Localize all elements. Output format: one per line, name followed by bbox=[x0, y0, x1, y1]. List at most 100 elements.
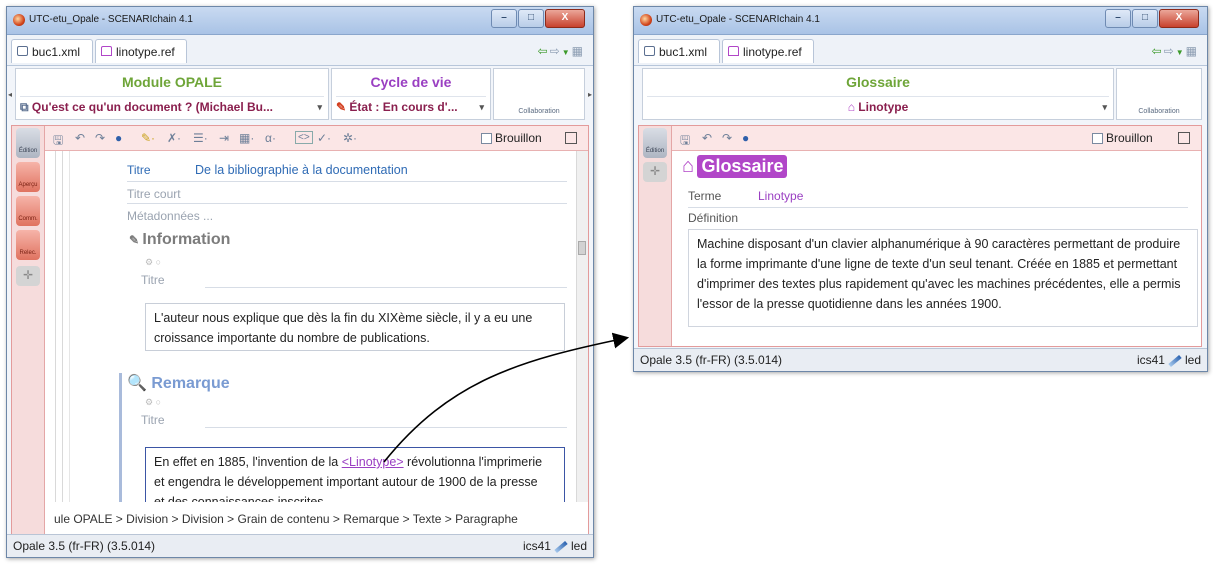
lifecycle-selector[interactable]: ✎ État : En cours d'... ▾ bbox=[336, 96, 486, 117]
tab-bar: buc1.xml linotype.ref ⇦⇨▼▦ bbox=[634, 35, 1207, 66]
titre-court-field[interactable] bbox=[127, 203, 567, 204]
save-icon[interactable]: 🖫 bbox=[53, 131, 63, 152]
edition-mode-button[interactable]: Édition bbox=[16, 128, 40, 158]
scroll-thumb[interactable] bbox=[578, 241, 586, 255]
brouillon-toggle[interactable]: Brouillon bbox=[1092, 131, 1153, 145]
table-icon[interactable]: ▦· bbox=[239, 131, 254, 145]
close-button[interactable]: X bbox=[545, 9, 585, 28]
info-titre-field[interactable] bbox=[205, 287, 567, 288]
maximize-panel-icon[interactable] bbox=[565, 132, 577, 144]
rem-titre-field[interactable] bbox=[205, 427, 567, 428]
add-mode-button[interactable]: ✛ bbox=[16, 266, 40, 286]
rem-titre-label: Titre bbox=[141, 413, 165, 427]
tab-linotype[interactable]: linotype.ref bbox=[722, 39, 814, 63]
window-title: UTC-etu_Opale - SCENARIchain 4.1 bbox=[656, 14, 820, 25]
remarque-heading[interactable]: 🔍 Remarque bbox=[127, 373, 230, 393]
clear-format-icon[interactable]: ✗· bbox=[167, 131, 181, 145]
rem-small-icons: ⚙ ○ bbox=[145, 397, 162, 407]
remarque-rail bbox=[119, 373, 122, 502]
magnifier-icon: 🔍 bbox=[127, 375, 147, 392]
collaboration-label: Collaboration bbox=[518, 108, 560, 115]
edition-mode-button[interactable]: Édition bbox=[643, 128, 667, 158]
preview-mode-button[interactable]: Aperçu bbox=[16, 162, 40, 192]
definition-label: Définition bbox=[688, 211, 739, 225]
undo-icon[interactable]: ↶ bbox=[702, 131, 712, 145]
status-user: ics41 bbox=[522, 539, 551, 553]
module-title: Module OPALE bbox=[121, 74, 223, 90]
tab-linotype[interactable]: linotype.ref bbox=[95, 39, 187, 63]
module-selector[interactable]: ⧉ Qu'est ce qu'un document ? (Michael Bu… bbox=[20, 96, 324, 117]
titre-field[interactable]: De la bibliographie à la documentation bbox=[195, 163, 408, 177]
editor-content: Titre De la bibliographie à la documenta… bbox=[45, 151, 576, 502]
pencil-icon: ✎ bbox=[336, 100, 347, 114]
status-user: ics41 bbox=[1136, 353, 1165, 367]
lifecycle-header: Cycle de vie ✎ État : En cours d'... ▾ bbox=[331, 68, 491, 120]
info-text-box[interactable]: L'auteur nous explique que dès la fin du… bbox=[145, 303, 565, 351]
tab-label: buc1.xml bbox=[32, 45, 81, 59]
tab-buc1[interactable]: buc1.xml bbox=[11, 39, 93, 63]
collaboration-panel[interactable]: Collaboration bbox=[493, 68, 585, 120]
brouillon-toggle[interactable]: Brouillon bbox=[481, 131, 542, 145]
list-icon[interactable]: ☰· bbox=[193, 131, 208, 145]
collapse-left-icon[interactable]: ◂ bbox=[8, 90, 12, 99]
add-mode-button[interactable]: ✛ bbox=[643, 162, 667, 182]
status-bar: Opale 3.5 (fr-FR) (3.5.014) ics41 led bbox=[7, 534, 593, 557]
maximize-button[interactable]: □ bbox=[1132, 9, 1158, 28]
glossaire-header: Glossaire ⌂ Linotype ▾ bbox=[642, 68, 1114, 120]
edition-label: Édition bbox=[18, 148, 38, 154]
titre-court-label: Titre court bbox=[127, 187, 181, 201]
information-heading[interactable]: ✎ Information bbox=[129, 231, 230, 249]
remarque-title: Remarque bbox=[151, 375, 230, 392]
title-bar: UTC-etu_Opale - SCENARIchain 4.1 – □ X bbox=[634, 7, 1207, 35]
linotype-link[interactable]: <Linotype> bbox=[342, 455, 404, 469]
indent-icon[interactable]: ⇥ bbox=[219, 131, 229, 145]
definition-text-box[interactable]: Machine disposant d'un clavier alphanumé… bbox=[688, 229, 1198, 327]
mode-sidebar: Édition ✛ bbox=[639, 126, 672, 346]
forward-arrow-icon[interactable]: ⇨ bbox=[1164, 44, 1176, 58]
check-icon[interactable]: ● bbox=[742, 131, 749, 145]
metadonnees-label[interactable]: Métadonnées ... bbox=[127, 209, 213, 223]
settings-icon[interactable]: ✲· bbox=[343, 131, 357, 145]
check-icon[interactable]: ● bbox=[115, 131, 122, 145]
forward-arrow-icon[interactable]: ⇨ bbox=[550, 44, 562, 58]
vertical-scrollbar[interactable] bbox=[576, 151, 588, 502]
undo-icon[interactable]: ↶ bbox=[75, 131, 85, 145]
tab-label: buc1.xml bbox=[659, 45, 708, 59]
linotype-selector[interactable]: ⌂ Linotype ▾ bbox=[647, 96, 1109, 117]
redo-icon[interactable]: ↷ bbox=[95, 131, 105, 145]
back-arrow-icon[interactable]: ⇦ bbox=[538, 44, 550, 58]
special-char-button[interactable]: α· bbox=[265, 131, 276, 145]
breadcrumb[interactable]: ule OPALE > Division > Division > Grain … bbox=[54, 512, 518, 526]
brouillon-label: Brouillon bbox=[1106, 131, 1153, 145]
terme-label: Terme bbox=[688, 189, 722, 203]
minimize-button[interactable]: – bbox=[491, 9, 517, 28]
rem-text-box[interactable]: En effet en 1885, l'invention de la <Lin… bbox=[145, 447, 565, 502]
collapse-right-icon[interactable]: ▸ bbox=[588, 90, 592, 99]
dropdown-icon[interactable]: ▼ bbox=[562, 48, 572, 57]
terme-field[interactable]: Linotype bbox=[758, 189, 803, 203]
tab-buc1[interactable]: buc1.xml bbox=[638, 39, 720, 63]
tab-label: linotype.ref bbox=[116, 45, 175, 59]
rem-text-segment: révolutionna l'imprimerie bbox=[403, 455, 543, 469]
back-arrow-icon[interactable]: ⇦ bbox=[1152, 44, 1164, 58]
tab-label: linotype.ref bbox=[743, 45, 802, 59]
save-icon[interactable]: 🖫 bbox=[680, 131, 690, 152]
layout-icon[interactable]: ▦ bbox=[1186, 44, 1199, 58]
spellcheck-icon[interactable]: ✓· bbox=[317, 131, 331, 145]
redo-icon[interactable]: ↷ bbox=[722, 131, 732, 145]
maximize-button[interactable]: □ bbox=[518, 9, 544, 28]
tag-icon[interactable]: <> bbox=[295, 131, 313, 144]
pen-icon bbox=[1168, 354, 1182, 367]
highlight-icon[interactable]: ✎· bbox=[141, 131, 155, 145]
maximize-panel-icon[interactable] bbox=[1178, 132, 1190, 144]
review-mode-button[interactable]: Relec. bbox=[16, 230, 40, 260]
close-button[interactable]: X bbox=[1159, 9, 1199, 28]
layout-icon[interactable]: ▦ bbox=[572, 44, 585, 58]
minimize-button[interactable]: – bbox=[1105, 9, 1131, 28]
definition-line: l'essor de la presse quotidienne dans le… bbox=[697, 297, 1002, 311]
rem-text-line: et des connaissances inscrites. bbox=[154, 495, 328, 502]
dropdown-icon[interactable]: ▼ bbox=[1176, 48, 1186, 57]
comments-mode-button[interactable]: Comm. bbox=[16, 196, 40, 226]
collaboration-panel[interactable]: Collaboration bbox=[1116, 68, 1202, 120]
glossaire-heading[interactable]: ⌂ Glossaire bbox=[682, 155, 788, 178]
